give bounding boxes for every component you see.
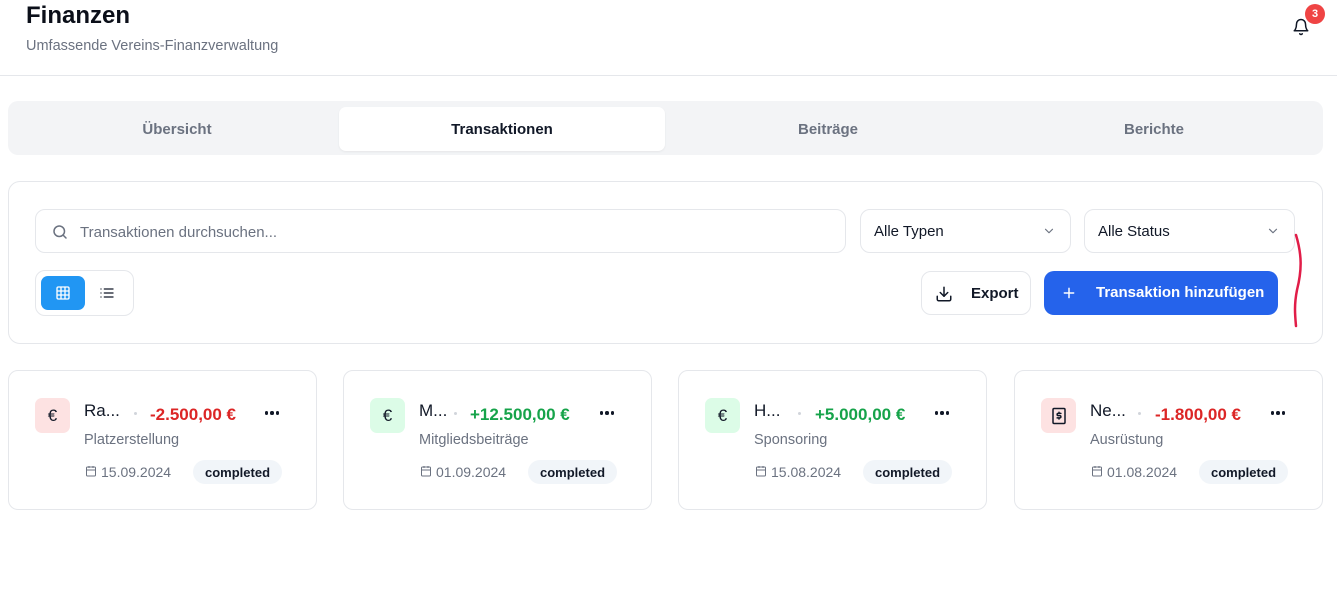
search-box[interactable]	[35, 209, 846, 253]
euro-icon: €	[370, 398, 405, 433]
status-badge: completed	[863, 460, 953, 484]
separator-dot	[454, 412, 457, 415]
transaction-category: Sponsoring	[754, 432, 828, 448]
calendar-icon	[1092, 466, 1102, 477]
more-options-button[interactable]	[932, 403, 952, 423]
status-badge: completed	[1199, 460, 1289, 484]
grid-view-button[interactable]	[41, 276, 85, 310]
type-select[interactable]: Alle Typen	[860, 209, 1071, 253]
transaction-name: Ra...	[84, 401, 120, 420]
transaction-amount: +12.500,00 €	[470, 405, 570, 424]
transaction-category: Mitgliedsbeiträge	[419, 432, 529, 448]
tab-transaktionen[interactable]: Transaktionen	[339, 107, 665, 151]
transaction-amount: -2.500,00 €	[150, 405, 237, 424]
separator-dot	[1138, 412, 1141, 415]
transaction-card[interactable]: € Ra... -2.500,00 € Platzerstellung 15.0…	[8, 370, 317, 510]
transaction-category: Platzerstellung	[84, 432, 180, 448]
transaction-date: 01.08.2024	[1107, 464, 1178, 480]
receipt-icon	[1041, 398, 1076, 433]
transaction-amount: -1.800,00 €	[1155, 405, 1242, 424]
separator-dot	[798, 412, 801, 415]
tab-uebersicht[interactable]: Übersicht	[14, 107, 340, 151]
transaction-name: M...	[419, 401, 448, 420]
transaction-name: Ne...	[1090, 401, 1126, 420]
add-transaction-button[interactable]: Transaktion hinzufügen	[1044, 271, 1278, 315]
filter-panel	[8, 181, 1323, 344]
euro-icon: €	[35, 398, 70, 433]
annotation-mark	[1293, 233, 1302, 328]
more-options-button[interactable]	[262, 403, 282, 423]
list-icon	[100, 288, 114, 298]
page-header: Finanzen Umfassende Vereins-Finanzverwal…	[0, 0, 1337, 76]
export-button[interactable]: Export	[921, 271, 1031, 315]
add-transaction-label: Transaktion hinzufügen	[1096, 284, 1265, 301]
download-icon	[936, 286, 952, 302]
separator-dot	[134, 412, 137, 415]
transaction-card[interactable]: Ne... -1.800,00 € Ausrüstung 01.08.2024 …	[1014, 370, 1323, 510]
more-options-button[interactable]	[597, 403, 617, 423]
more-options-button[interactable]	[1268, 403, 1288, 423]
grid-icon	[56, 286, 70, 300]
export-label: Export	[971, 285, 1019, 302]
status-badge: completed	[193, 460, 283, 484]
calendar-icon	[86, 466, 96, 477]
transaction-amount: +5.000,00 €	[815, 405, 906, 424]
transaction-category: Ausrüstung	[1090, 432, 1164, 448]
transaction-date: 01.09.2024	[436, 464, 507, 480]
tab-beitraege[interactable]: Beiträge	[665, 107, 991, 151]
transaction-date: 15.09.2024	[101, 464, 172, 480]
page-title: Finanzen	[26, 2, 131, 29]
view-toggle	[35, 270, 134, 316]
status-badge: completed	[528, 460, 618, 484]
list-view-button[interactable]	[85, 276, 129, 310]
page-subtitle: Umfassende Vereins-Finanzverwaltung	[26, 38, 279, 54]
transaction-name: H...	[754, 401, 781, 420]
status-select-value: Alle Status	[1098, 222, 1170, 240]
notification-badge: 3	[1305, 4, 1325, 24]
calendar-icon	[756, 466, 766, 477]
transaction-date: 15.08.2024	[771, 464, 842, 480]
search-input[interactable]	[80, 220, 830, 244]
chevron-down-icon	[1268, 228, 1278, 234]
transaction-card[interactable]: € H... +5.000,00 € Sponsoring 15.08.2024…	[678, 370, 987, 510]
chevron-down-icon	[1044, 228, 1054, 234]
status-select[interactable]: Alle Status	[1084, 209, 1295, 253]
type-select-value: Alle Typen	[874, 222, 944, 240]
search-icon	[53, 225, 67, 239]
euro-icon: €	[705, 398, 740, 433]
transaction-card[interactable]: € M... +12.500,00 € Mitgliedsbeiträge 01…	[343, 370, 652, 510]
tab-berichte[interactable]: Berichte	[991, 107, 1317, 151]
plus-icon	[1063, 287, 1075, 299]
tab-bar: Übersicht Transaktionen Beiträge Bericht…	[8, 101, 1323, 155]
calendar-icon	[421, 466, 431, 477]
